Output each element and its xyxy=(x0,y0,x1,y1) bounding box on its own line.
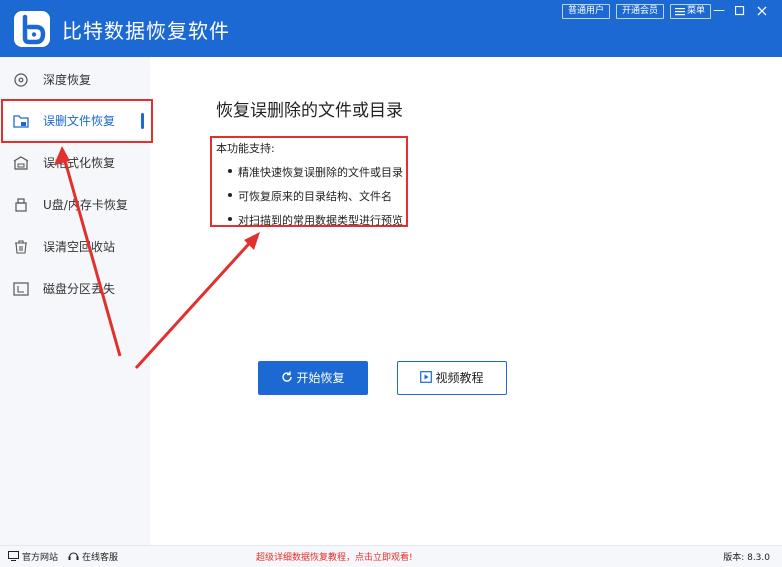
sidebar-item-label: 误删文件恢复 xyxy=(43,114,116,128)
menu-icon xyxy=(675,8,685,16)
sidebar-item-label: 误格式化恢复 xyxy=(43,156,116,170)
refresh-icon xyxy=(282,371,293,382)
sidebar-item-format-recovery[interactable]: 误格式化恢复 xyxy=(0,145,150,181)
drive-icon xyxy=(13,156,29,170)
trash-icon xyxy=(15,240,27,254)
usb-icon xyxy=(15,198,27,212)
sidebar-item-deep-recovery[interactable]: 深度恢复 xyxy=(0,62,150,98)
start-recovery-button[interactable]: 开始恢复 xyxy=(258,361,368,395)
video-tutorial-label: 视频教程 xyxy=(435,371,484,385)
sidebar-item-label: 磁盘分区丢失 xyxy=(43,282,116,296)
start-recovery-label: 开始恢复 xyxy=(296,371,345,385)
app-title: 比特数据恢复软件 xyxy=(62,19,230,43)
sidebar-item-deleted-files[interactable]: 误删文件恢复 xyxy=(0,103,150,139)
folder-icon xyxy=(13,115,29,128)
annotation-arrowhead xyxy=(244,232,260,250)
sidebar-item-label: 深度恢复 xyxy=(43,73,92,87)
app-logo-icon xyxy=(14,11,50,47)
sidebar-item-label: 误清空回收站 xyxy=(43,240,116,254)
tutorial-promo-link[interactable]: 超级详细数据恢复教程，点击立即观看! xyxy=(256,550,413,563)
menu-label: 菜单 xyxy=(687,6,706,16)
headset-icon xyxy=(68,552,79,560)
official-website-link[interactable]: 官方网站 xyxy=(8,550,58,563)
monitor-icon xyxy=(8,551,19,561)
sidebar: 深度恢复 误删文件恢复 误格式化恢复 U盘/内存卡恢复 误清空回收站 磁盘分区丢… xyxy=(0,57,150,545)
sidebar-item-partition-lost[interactable]: 磁盘分区丢失 xyxy=(0,271,150,307)
active-indicator xyxy=(141,113,144,129)
close-icon[interactable] xyxy=(757,4,767,20)
upgrade-vip-button[interactable]: 开通会员 xyxy=(616,4,665,19)
regular-user-button[interactable]: 普通用户 xyxy=(562,4,611,19)
minimize-icon[interactable]: — xyxy=(713,2,725,18)
version-label: 版本: 8.3.0 xyxy=(723,553,770,563)
video-tutorial-button[interactable]: 视频教程 xyxy=(397,361,507,395)
menu-button[interactable]: 菜单 xyxy=(670,4,712,19)
maximize-icon[interactable] xyxy=(734,4,745,20)
sidebar-item-recycle-bin[interactable]: 误清空回收站 xyxy=(0,229,150,265)
annotation-arrow xyxy=(134,234,258,370)
online-support-link[interactable]: 在线客服 xyxy=(68,550,118,563)
sidebar-item-label: U盘/内存卡恢复 xyxy=(43,198,128,212)
support-heading: 本功能支持: xyxy=(216,142,275,155)
page-title: 恢复误删除的文件或目录 xyxy=(216,101,403,121)
title-bar: 比特数据恢复软件 普通用户 开通会员 菜单 — xyxy=(0,0,782,57)
sidebar-item-usb-recovery[interactable]: U盘/内存卡恢复 xyxy=(0,187,150,223)
play-icon xyxy=(420,371,433,383)
status-bar: 官方网站 在线客服 超级详细数据恢复教程，点击立即观看! 版本: 8.3.0 xyxy=(0,545,782,567)
partition-icon xyxy=(13,282,29,296)
disc-icon xyxy=(14,73,28,87)
